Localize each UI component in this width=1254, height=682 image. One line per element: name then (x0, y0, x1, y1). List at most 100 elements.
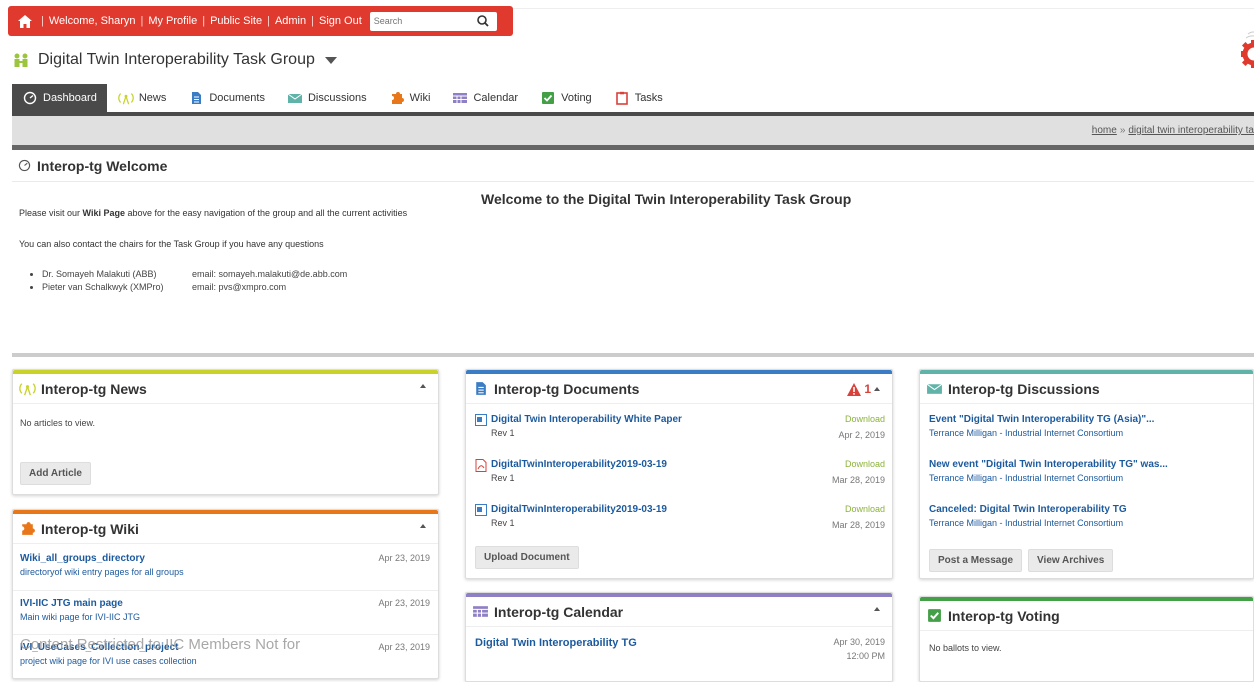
search-icon[interactable] (475, 13, 491, 29)
documents-icon (192, 92, 202, 104)
list-item: New event "Digital Twin Interoperability… (929, 459, 1168, 483)
breadcrumb-current[interactable]: digital twin interoperability ta (1128, 125, 1254, 136)
news-empty-message: No articles to view. (20, 418, 96, 428)
search-input[interactable] (369, 12, 475, 30)
list-item: Canceled: Digital Twin Interoperability … (929, 504, 1127, 528)
document-title[interactable]: DigitalTwinInteroperability2019-03-19 (491, 459, 885, 470)
document-title[interactable]: DigitalTwinInteroperability2019-03-19 (491, 504, 885, 515)
welcome-line-1: Please visit our Wiki Page above for the… (19, 208, 408, 218)
list-item: IVI-IIC JTG main page Main wiki page for… (20, 598, 430, 622)
my-profile-link[interactable]: My Profile (148, 15, 197, 27)
documents-alert[interactable]: 1 (847, 382, 880, 396)
add-article-button[interactable]: Add Article (20, 462, 91, 485)
breadcrumb-home[interactable]: home (1092, 125, 1117, 136)
wiki-icon (391, 92, 404, 104)
event-title[interactable]: Digital Twin Interoperability TG (475, 637, 885, 649)
wiki-card: Interop-tg Wiki Wiki_all_groups_director… (12, 509, 439, 679)
collapse-icon[interactable] (420, 524, 426, 528)
wiki-icon (22, 522, 35, 535)
tab-dashboard[interactable]: Dashboard (12, 84, 107, 112)
discussions-header: Interop-tg Discussions (920, 374, 1253, 404)
documents-card: Interop-tg Documents 1 Digital Twin Inte… (465, 369, 893, 579)
discussion-actions: Post a Message View Archives (929, 549, 1114, 572)
download-link[interactable]: Download (845, 504, 885, 514)
chevron-down-icon[interactable] (324, 56, 337, 64)
collapse-icon[interactable] (874, 387, 880, 391)
welcome-header: Interop-tg Welcome (12, 150, 1254, 182)
view-archives-button[interactable]: View Archives (1028, 549, 1114, 572)
chairs-list: Dr. Somayeh Malakuti (ABB)email: somayeh… (34, 268, 347, 294)
sign-out-link[interactable]: Sign Out (319, 15, 362, 27)
list-item: Pieter van Schalkwyk (XMPro)email: pvs@x… (42, 281, 347, 294)
welcome-heading: Welcome to the Digital Twin Interoperabi… (481, 191, 852, 207)
word-doc-icon (475, 414, 487, 426)
list-item: Dr. Somayeh Malakuti (ABB)email: somayeh… (42, 268, 347, 281)
calendar-header: Interop-tg Calendar (466, 597, 892, 627)
wiki-header: Interop-tg Wiki (13, 514, 438, 544)
tab-calendar[interactable]: Calendar (441, 84, 529, 112)
welcome-user-link[interactable]: Welcome, Sharyn (49, 15, 136, 27)
voting-icon (542, 92, 555, 104)
main-nav-tabs: Dashboard News Documents Discussions Wik… (12, 84, 674, 112)
discussions-title: Interop-tg Discussions (948, 380, 1100, 397)
group-selector[interactable]: Digital Twin Interoperability Task Group (12, 51, 337, 69)
calendar-title: Interop-tg Calendar (494, 603, 624, 620)
tab-voting[interactable]: Voting (529, 84, 603, 112)
top-utility-bar: | Welcome, Sharyn | My Profile | Public … (8, 6, 513, 36)
news-card: Interop-tg News No articles to view. Add… (12, 369, 439, 495)
discussions-card: Interop-tg Discussions Event "Digital Tw… (919, 369, 1254, 579)
welcome-divider (12, 353, 1254, 357)
voting-card: Interop-tg Voting No ballots to view. (919, 596, 1254, 682)
news-icon (19, 383, 36, 396)
documents-header: Interop-tg Documents 1 (466, 374, 892, 404)
group-icon (14, 53, 28, 67)
dashboard-icon (18, 159, 31, 172)
search-box (369, 11, 497, 31)
gear-logo-icon (1241, 31, 1254, 68)
public-site-link[interactable]: Public Site (210, 15, 262, 27)
voting-header: Interop-tg Voting (920, 601, 1253, 631)
discussion-title[interactable]: Canceled: Digital Twin Interoperability … (929, 504, 1127, 515)
tab-news[interactable]: News (107, 84, 178, 112)
voting-title: Interop-tg Voting (948, 607, 1060, 624)
tab-documents[interactable]: Documents (177, 84, 276, 112)
post-message-button[interactable]: Post a Message (929, 549, 1023, 572)
tab-wiki[interactable]: Wiki (378, 84, 442, 112)
dashboard-icon (23, 91, 37, 105)
tab-discussions[interactable]: Discussions (276, 84, 378, 112)
voting-icon (928, 609, 941, 622)
admin-link[interactable]: Admin (275, 15, 306, 27)
document-title[interactable]: Digital Twin Interoperability White Pape… (491, 414, 885, 425)
word-doc-icon (475, 504, 487, 516)
news-title: Interop-tg News (41, 380, 147, 397)
tasks-icon (615, 91, 628, 105)
alert-count: 1 (864, 382, 871, 396)
upload-document-button[interactable]: Upload Document (475, 546, 579, 569)
welcome-panel: Interop-tg Welcome Welcome to the Digita… (12, 150, 1254, 355)
pdf-doc-icon (475, 459, 487, 472)
documents-icon (476, 382, 486, 395)
tab-tasks[interactable]: Tasks (603, 84, 674, 112)
collapse-icon[interactable] (874, 607, 880, 611)
warning-icon (847, 382, 862, 396)
wiki-item-title[interactable]: Wiki_all_groups_directory (20, 553, 430, 564)
discussion-title[interactable]: Event "Digital Twin Interoperability TG … (929, 414, 1154, 425)
calendar-card: Interop-tg Calendar Digital Twin Interop… (465, 592, 893, 682)
download-link[interactable]: Download (845, 414, 885, 424)
collapse-icon[interactable] (420, 384, 426, 388)
breadcrumb: home » digital twin interoperability ta (12, 116, 1254, 145)
home-icon[interactable] (18, 14, 32, 28)
breadcrumb-separator: » (1119, 125, 1126, 136)
download-link[interactable]: Download (845, 459, 885, 469)
discussion-title[interactable]: New event "Digital Twin Interoperability… (929, 459, 1168, 470)
calendar-icon (473, 606, 488, 617)
welcome-title: Interop-tg Welcome (37, 157, 168, 174)
news-icon (118, 93, 134, 105)
group-title: Digital Twin Interoperability Task Group (38, 51, 315, 68)
wiki-item-title[interactable]: IVI-IIC JTG main page (20, 598, 430, 609)
restriction-watermark: Content Restricted to IIC Members Not fo… (20, 636, 301, 653)
news-header: Interop-tg News (13, 374, 438, 404)
list-item: Digital Twin Interoperability TG Apr 30,… (475, 637, 885, 661)
welcome-line-2: You can also contact the chairs for the … (19, 239, 324, 249)
wiki-page-link[interactable]: Wiki Page (83, 208, 125, 218)
